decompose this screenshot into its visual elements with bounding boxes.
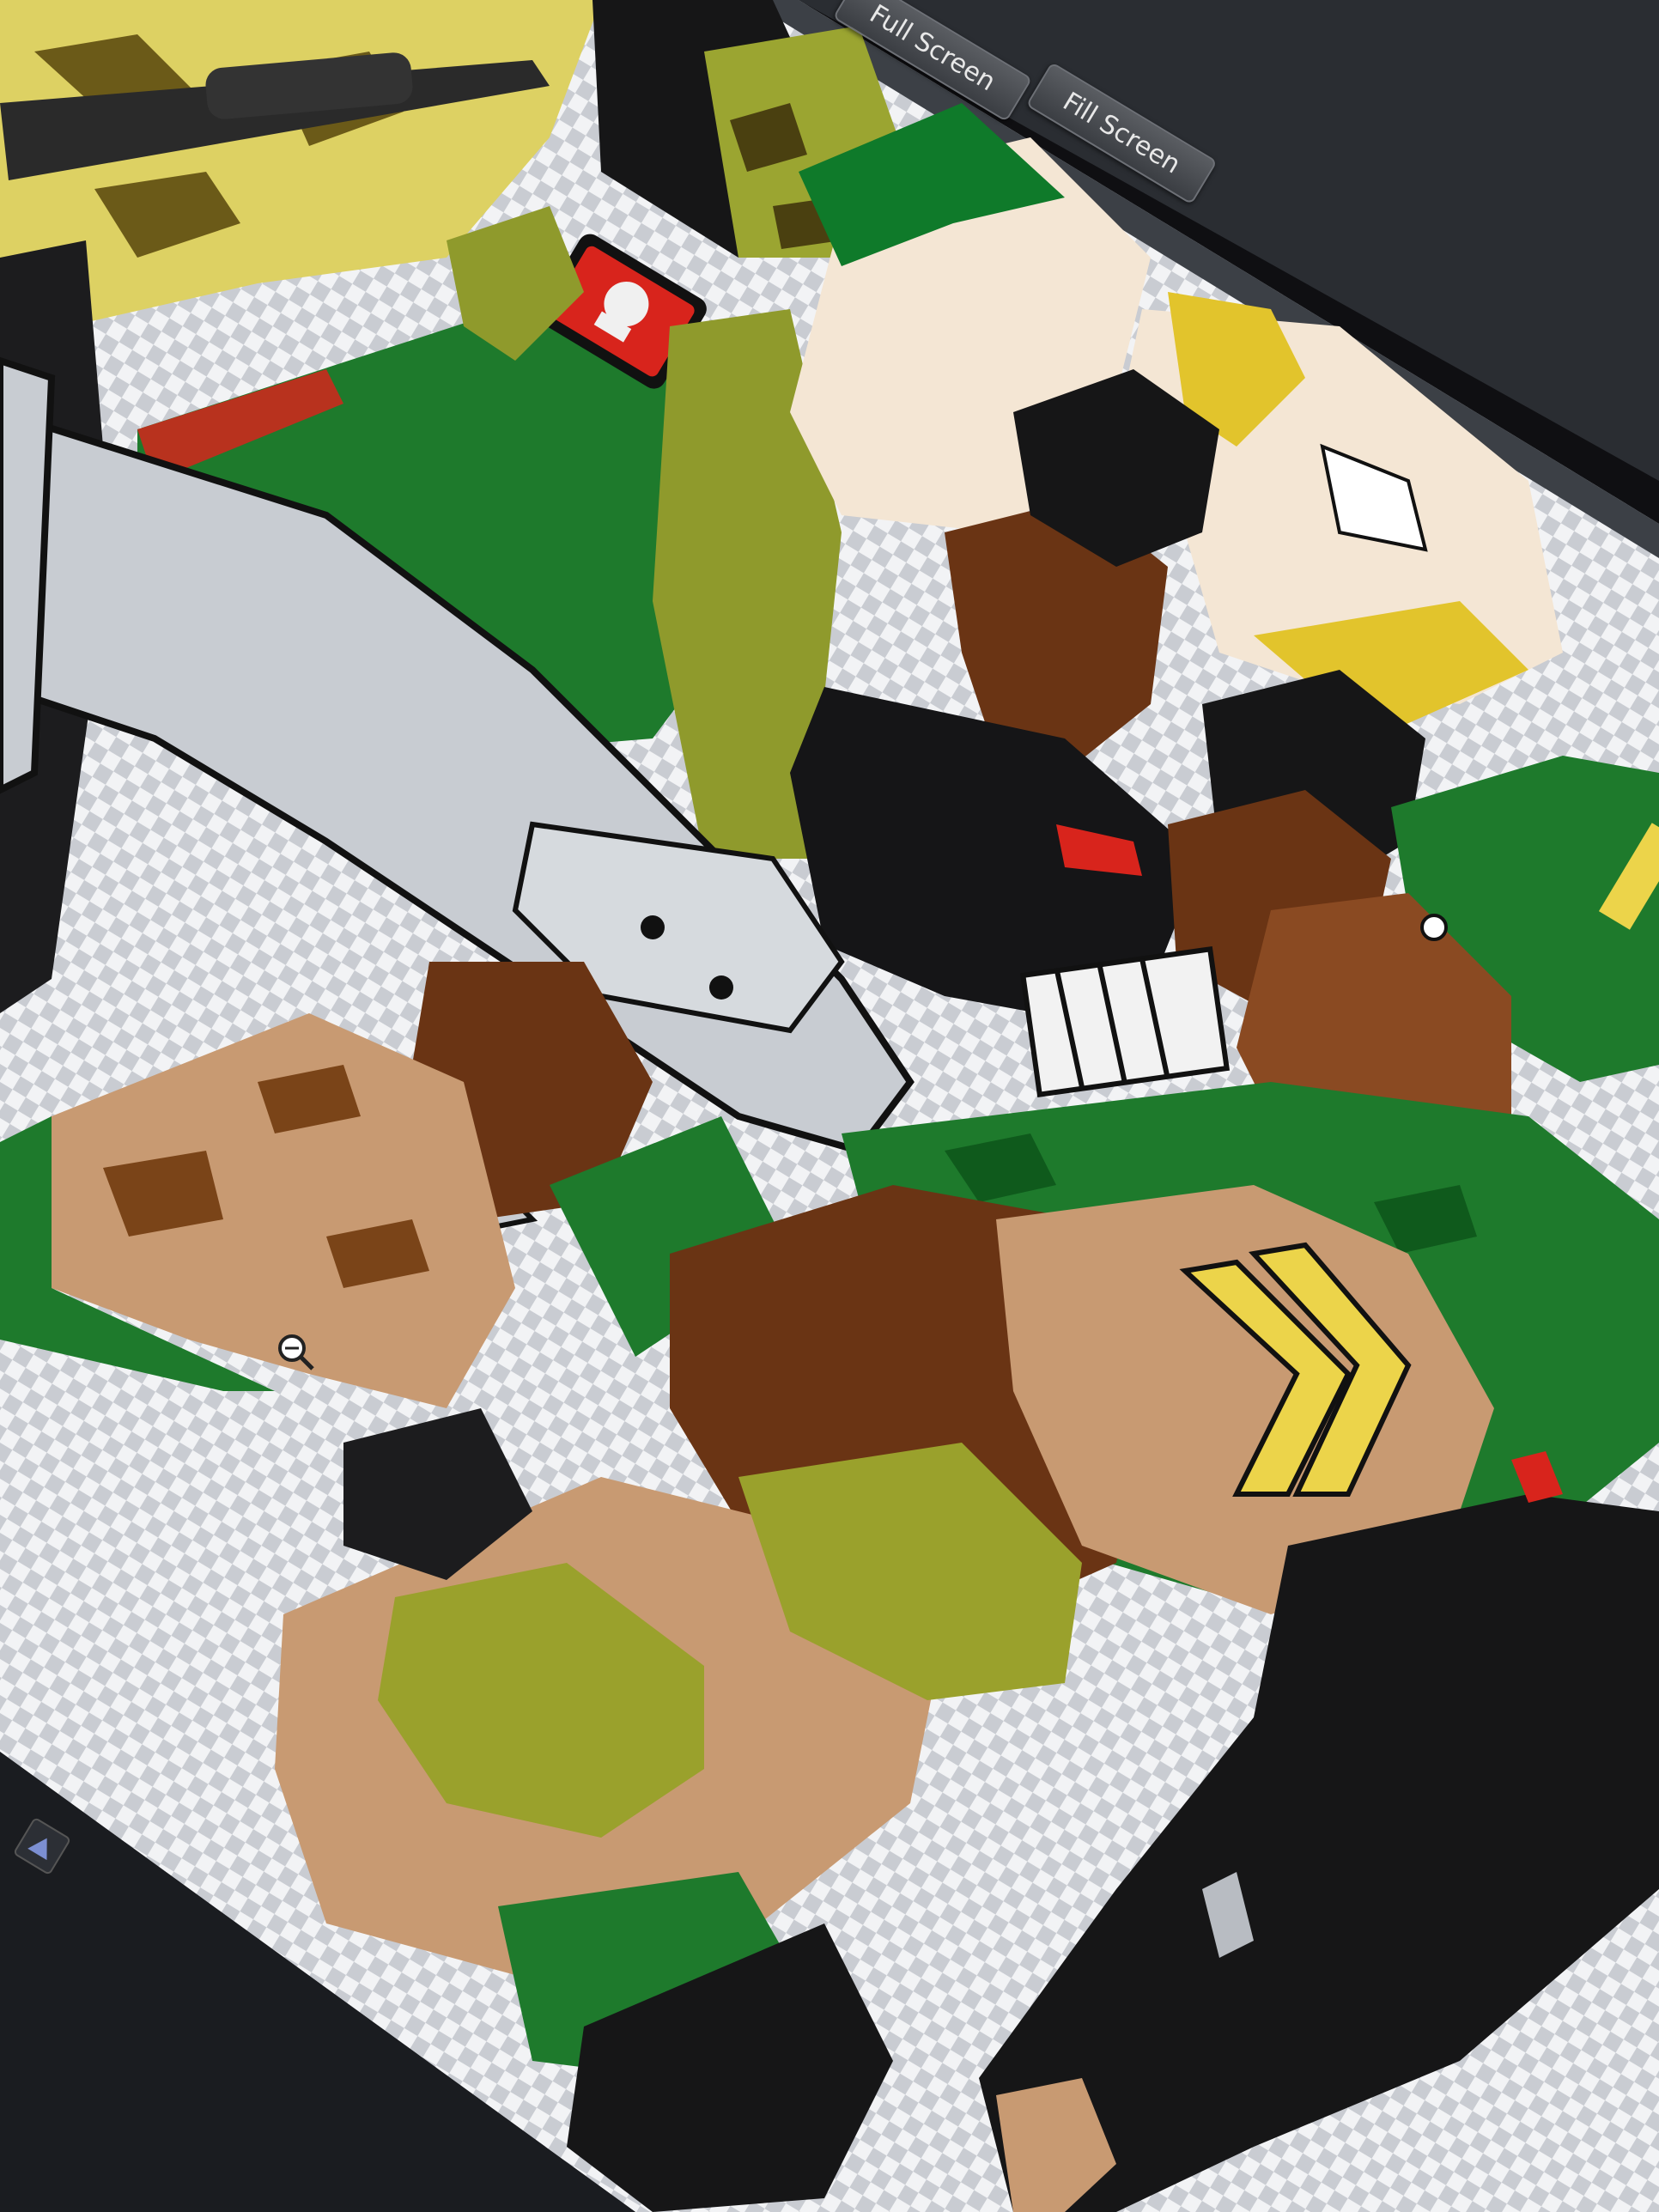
screen-photo: Full Screen Fill Screen [0, 0, 1659, 2212]
eye [1420, 914, 1448, 941]
canvas-artwork [0, 0, 1659, 2212]
